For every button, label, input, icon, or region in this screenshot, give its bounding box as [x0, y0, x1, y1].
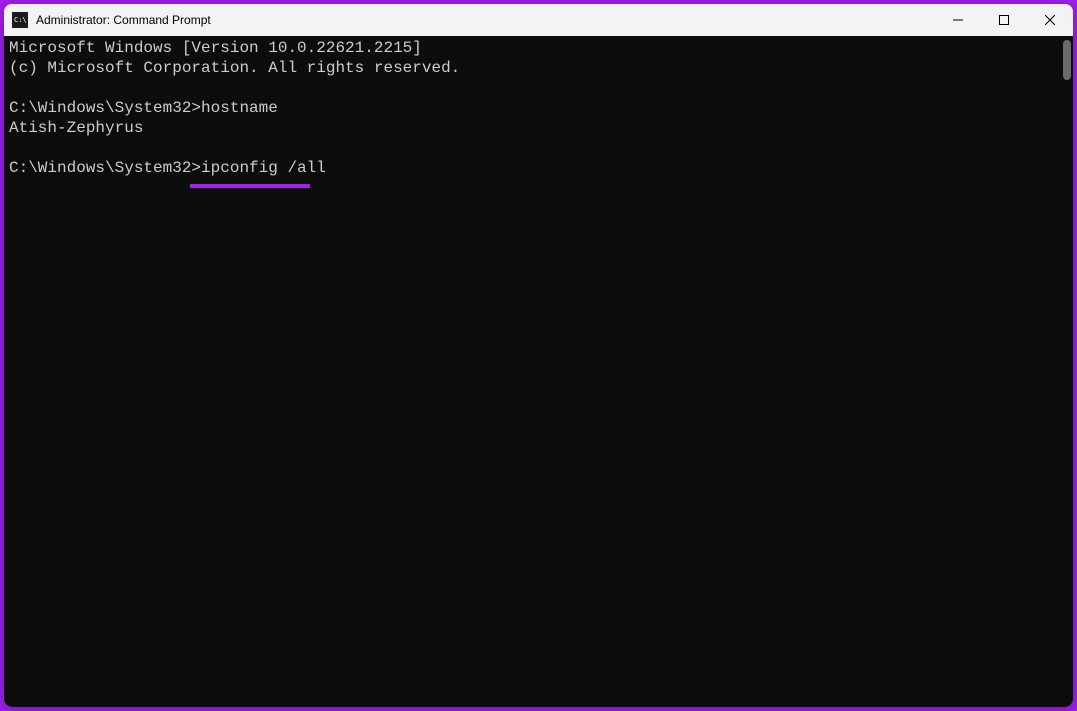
version-line: Microsoft Windows [Version 10.0.22621.22…: [9, 38, 1068, 58]
command-hostname: hostname: [201, 99, 278, 117]
titlebar[interactable]: C:\ Administrator: Command Prompt: [4, 4, 1073, 36]
prompt-path: C:\Windows\System32>: [9, 99, 201, 117]
scrollbar-thumb[interactable]: [1063, 40, 1071, 80]
svg-text:C:\: C:\: [14, 16, 27, 24]
window: C:\ Administrator: Command Prompt Micros…: [4, 4, 1073, 707]
cmd-icon: C:\: [12, 12, 28, 28]
prompt-line-2: C:\Windows\System32>ipconfig /all: [9, 158, 1068, 178]
blank-line: [9, 138, 1068, 158]
window-controls: [935, 4, 1073, 36]
copyright-line: (c) Microsoft Corporation. All rights re…: [9, 58, 1068, 78]
maximize-button[interactable]: [981, 4, 1027, 36]
prompt-path: C:\Windows\System32>: [9, 159, 201, 177]
blank-line: [9, 78, 1068, 98]
window-title: Administrator: Command Prompt: [36, 13, 211, 27]
command-ipconfig: ipconfig /all: [201, 159, 326, 177]
minimize-button[interactable]: [935, 4, 981, 36]
prompt-line-1: C:\Windows\System32>hostname: [9, 98, 1068, 118]
annotation-underline: [190, 184, 310, 188]
close-button[interactable]: [1027, 4, 1073, 36]
hostname-output: Atish-Zephyrus: [9, 118, 1068, 138]
terminal-area[interactable]: Microsoft Windows [Version 10.0.22621.22…: [4, 36, 1073, 707]
